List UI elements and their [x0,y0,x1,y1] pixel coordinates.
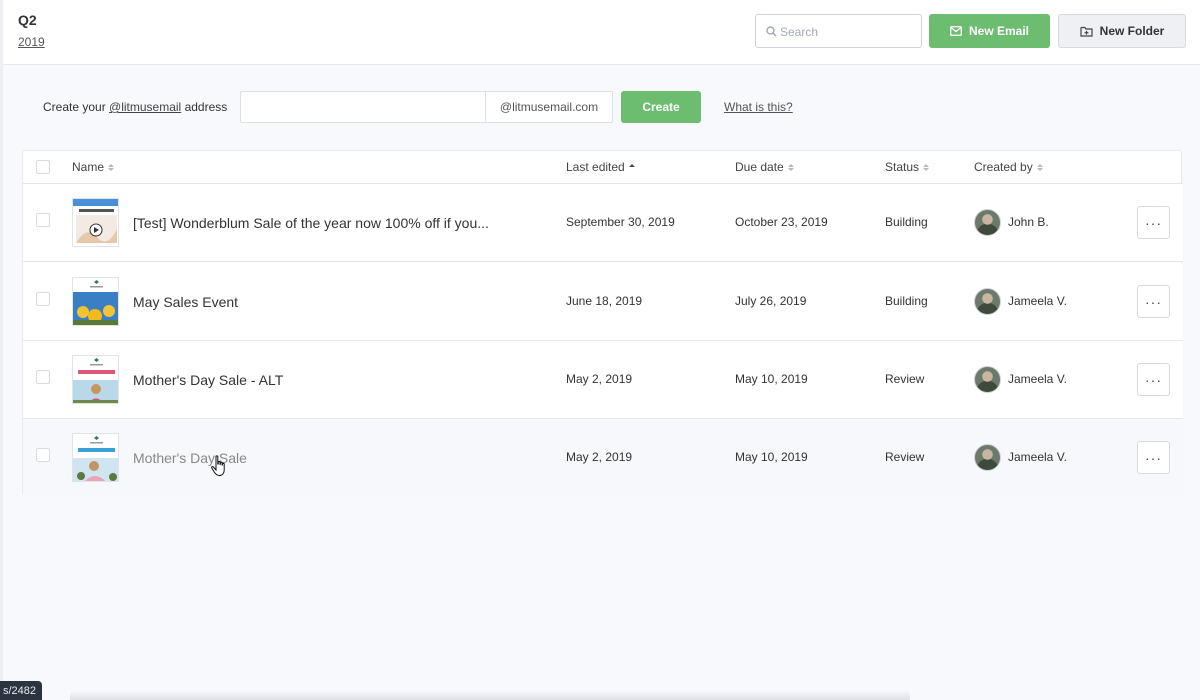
table-row[interactable]: Mother's Day Sale - ALT May 2, 2019 May … [23,341,1183,419]
search-box[interactable] [755,14,922,48]
envelope-icon [950,26,962,36]
avatar [974,444,1001,471]
created-by-cell: Jameela V. [1008,372,1067,386]
created-by-cell: Jameela V. [1008,450,1067,464]
column-header-name-label: Name [72,160,105,174]
avatar [974,209,1001,236]
table-header: Name Last edited Due date Status Created… [23,151,1183,184]
due-date-cell: May 10, 2019 [735,450,808,464]
column-header-due-date[interactable]: Due date [735,160,794,174]
column-header-last-edited[interactable]: Last edited [566,160,635,174]
email-preview-image [73,436,118,481]
status-cell: Building [885,294,928,308]
row-checkbox[interactable] [36,370,50,384]
email-domain-suffix: @litmusemail.com [485,91,613,123]
page-header: Q2 2019 New Email New Folder [3,0,1200,65]
row-checkbox[interactable] [36,213,50,227]
create-address-prefix: Create your [43,100,110,114]
column-header-created-by[interactable]: Created by [974,160,1043,174]
table-row[interactable]: [Test] Wonderblum Sale of the year now 1… [23,184,1183,262]
sort-icon [1036,163,1043,171]
status-cell: Building [885,215,928,229]
sort-icon [108,163,115,171]
column-header-status[interactable]: Status [885,160,930,174]
search-icon [766,26,777,37]
column-header-status-label: Status [885,160,920,174]
new-email-button[interactable]: New Email [929,14,1050,48]
due-date-cell: May 10, 2019 [735,372,808,386]
new-email-label: New Email [968,24,1030,38]
last-edited-cell: May 2, 2019 [566,372,633,386]
created-by-cell: John B. [1008,215,1049,229]
email-name-link[interactable]: [Test] Wonderblum Sale of the year now 1… [133,215,489,231]
last-edited-cell: May 2, 2019 [566,450,633,464]
hand-pointer-cursor-icon [211,455,225,477]
left-rail [0,0,3,700]
more-actions-button[interactable]: ··· [1137,441,1170,474]
bottom-shadow [70,690,910,700]
email-thumbnail[interactable] [72,433,119,482]
emails-table: Name Last edited Due date Status Created… [22,150,1183,497]
email-thumbnail[interactable] [72,198,119,247]
column-header-due-date-label: Due date [735,160,784,174]
last-edited-cell: June 18, 2019 [566,294,643,308]
column-header-created-by-label: Created by [974,160,1033,174]
new-folder-label: New Folder [1099,24,1165,38]
litmusemail-link[interactable]: @litmusemail [109,100,181,114]
column-header-last-edited-label: Last edited [566,160,625,174]
create-address-suffix-text: address [181,100,228,114]
browser-status-bar: s/2482 [0,681,42,700]
what-is-this-link[interactable]: What is this? [724,100,793,114]
email-preview-image [73,280,118,325]
status-cell: Review [885,450,925,464]
more-actions-button[interactable]: ··· [1137,363,1170,396]
avatar [974,288,1001,315]
email-preview-image [73,199,118,243]
row-checkbox[interactable] [36,292,50,306]
search-input[interactable] [780,22,915,42]
created-by-cell: Jameela V. [1008,294,1067,308]
email-name-link[interactable]: Mother's Day Sale - ALT [133,372,283,388]
table-row[interactable]: May Sales Event June 18, 2019 July 26, 2… [23,263,1183,341]
folder-plus-icon [1080,26,1093,37]
create-address-button[interactable]: Create [621,91,701,123]
email-preview-image [73,358,118,403]
select-all-checkbox[interactable] [36,160,50,174]
table-row[interactable]: Mother's Day Sale May 2, 2019 May 10, 20… [23,419,1183,497]
sort-ascending-icon [628,163,635,171]
new-folder-button[interactable]: New Folder [1058,14,1186,48]
email-name-link[interactable]: May Sales Event [133,294,238,310]
more-actions-button[interactable]: ··· [1137,206,1170,239]
last-edited-cell: September 30, 2019 [566,215,675,229]
due-date-cell: October 23, 2019 [735,215,828,229]
status-cell: Review [885,372,925,386]
email-thumbnail[interactable] [72,277,119,326]
email-address-input[interactable] [240,91,485,123]
row-checkbox[interactable] [36,448,50,462]
folder-title: Q2 [18,12,37,28]
sort-icon [923,163,930,171]
create-address-label: Create your @litmusemail address [43,100,227,114]
due-date-cell: July 26, 2019 [735,294,807,308]
avatar [974,366,1001,393]
column-header-name[interactable]: Name [72,160,115,174]
folder-breadcrumb-link[interactable]: 2019 [18,35,45,49]
sort-icon [787,163,794,171]
email-thumbnail[interactable] [72,355,119,404]
email-name-link[interactable]: Mother's Day Sale [133,450,247,466]
more-actions-button[interactable]: ··· [1137,285,1170,318]
